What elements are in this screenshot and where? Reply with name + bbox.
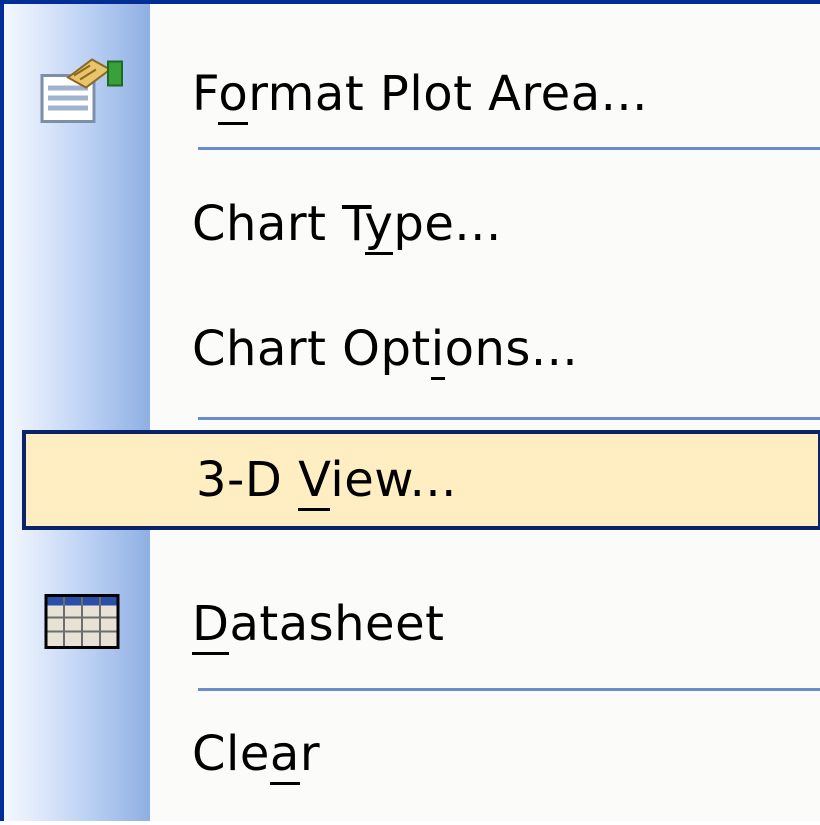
menu-item-datasheet[interactable]: Datasheet — [4, 574, 820, 674]
menu-item-label: Chart Type... — [192, 196, 502, 255]
menu-item-chart-options[interactable]: Chart Options... — [4, 299, 820, 399]
menu-item-label: Datasheet — [192, 596, 444, 655]
context-menu: Format Plot Area... Chart Type... Chart … — [0, 0, 820, 821]
datasheet-icon — [44, 594, 120, 655]
menu-item-chart-type[interactable]: Chart Type... — [4, 174, 820, 274]
menu-separator — [198, 417, 820, 420]
menu-item-label: Chart Options... — [192, 321, 578, 380]
menu-item-format-plot-area[interactable]: Format Plot Area... — [4, 44, 820, 144]
menu-item-clear[interactable]: Clear — [4, 704, 820, 804]
menu-item-label: Clear — [192, 726, 320, 785]
menu-item-3d-view[interactable]: 3-D View... — [22, 430, 820, 530]
menu-separator — [198, 147, 820, 150]
menu-separator — [198, 688, 820, 691]
format-plot-area-icon — [38, 56, 130, 133]
menu-item-label: Format Plot Area... — [192, 66, 648, 125]
menu-item-label: 3-D View... — [196, 452, 457, 511]
